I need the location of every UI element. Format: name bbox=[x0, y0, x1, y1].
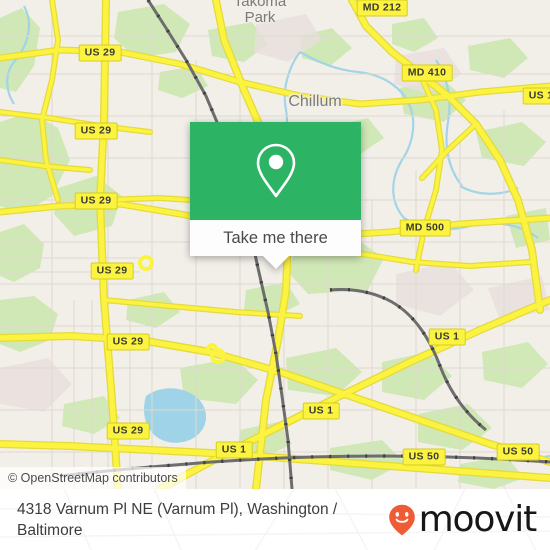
map-canvas[interactable]: Takoma Park Chillum MD 212 US 29 MD 410 … bbox=[0, 0, 550, 489]
shield-us-1-r: US 1 bbox=[522, 87, 550, 105]
shield-us-29-2: US 29 bbox=[74, 122, 118, 140]
shield-us-29-3: US 29 bbox=[74, 192, 118, 210]
shield-us-29-4: US 29 bbox=[90, 262, 134, 280]
shield-md-500: MD 500 bbox=[399, 219, 451, 237]
shield-us-1-1: US 1 bbox=[428, 328, 466, 346]
popup-action-label: Take me there bbox=[223, 228, 328, 247]
moovit-map-card: Takoma Park Chillum MD 212 US 29 MD 410 … bbox=[0, 0, 550, 550]
map-attribution[interactable]: © OpenStreetMap contributors bbox=[0, 467, 186, 489]
shield-md-212: MD 212 bbox=[356, 0, 408, 17]
destination-address: 4318 Varnum Pl NE (Varnum Pl), Washingto… bbox=[17, 500, 338, 539]
shield-us-1-3: US 1 bbox=[215, 441, 253, 459]
shield-md-410: MD 410 bbox=[401, 64, 453, 82]
shield-us-50-1: US 50 bbox=[402, 448, 446, 466]
shield-us-29-6: US 29 bbox=[106, 422, 150, 440]
shield-us-50-2: US 50 bbox=[496, 443, 540, 461]
footer-bar: 4318 Varnum Pl NE (Varnum Pl), Washingto… bbox=[0, 489, 550, 550]
shield-us-29-1: US 29 bbox=[78, 44, 122, 62]
popup-tail bbox=[262, 256, 289, 269]
shield-us-1-2: US 1 bbox=[302, 402, 340, 420]
popup-header bbox=[190, 122, 361, 220]
popup-action[interactable]: Take me there bbox=[190, 220, 361, 269]
shield-us-29-5: US 29 bbox=[106, 333, 150, 351]
destination-popup[interactable]: Take me there bbox=[190, 122, 361, 269]
moovit-wordmark: moovit bbox=[418, 498, 538, 540]
moovit-logo[interactable]: moovit bbox=[388, 498, 550, 540]
map-attribution-text: © OpenStreetMap contributors bbox=[8, 471, 178, 485]
moovit-pin-icon bbox=[388, 504, 415, 535]
location-pin-icon bbox=[256, 143, 295, 198]
